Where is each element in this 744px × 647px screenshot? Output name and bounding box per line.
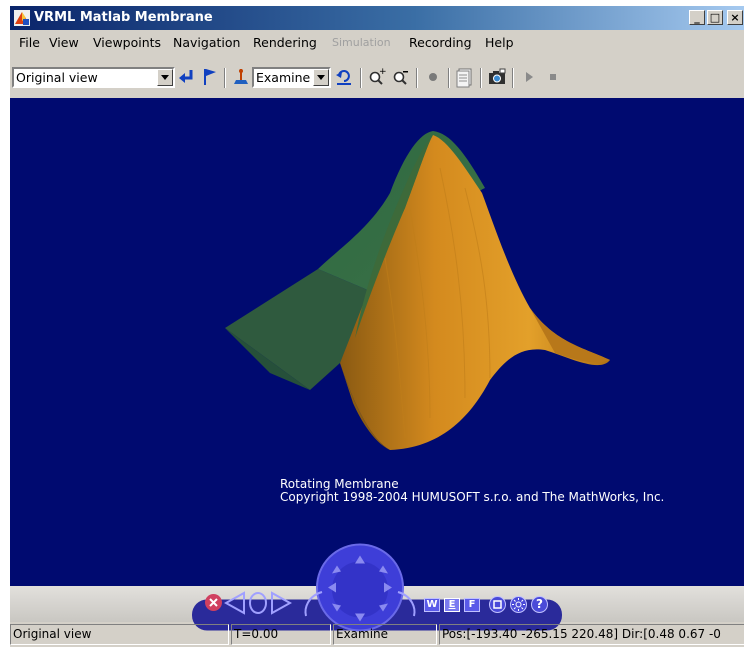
close-nav-icon[interactable] [205,594,222,611]
slide-arrows-icon[interactable] [224,590,292,616]
status-bar: Original view T=0.00 Examine Pos:[-193.4… [10,624,744,646]
toolbar: Original view Examine + [10,62,744,98]
camera-icon[interactable] [486,66,508,88]
svg-text:+: + [379,67,387,77]
close-button[interactable]: × [727,10,743,25]
menu-simulation: Simulation [332,36,391,49]
toolbar-separator [480,68,482,88]
status-position: Pos:[-193.40 -265.15 220.48] Dir:[0.48 0… [439,624,744,645]
vrml-viewer-window: VRML Matlab Membrane _ □ × File View Vie… [9,6,744,647]
matlab-vrml-icon [14,10,30,26]
toolbar-separator [512,68,514,88]
return-to-viewpoint-icon[interactable] [176,66,198,88]
tilt-left-icon[interactable] [298,590,326,618]
status-mode: Examine [333,624,437,645]
viewpoint-select-value: Original view [16,70,98,85]
scene-caption: Rotating Membrane Copyright 1998-2004 HU… [280,478,664,504]
record-icon[interactable] [422,66,444,88]
viewpoint-select[interactable]: Original view [12,67,175,88]
navigation-mode-select[interactable]: Examine [252,67,331,88]
walk-mode-button[interactable]: W [424,598,440,612]
menu-bar: File View Viewpoints Navigation Renderin… [10,32,744,52]
examine-mode-button[interactable]: E [444,598,460,612]
menu-navigation[interactable]: Navigation [173,35,240,50]
zoom-in-icon[interactable]: + [366,66,388,88]
menu-view[interactable]: View [49,35,79,50]
title-bar[interactable]: VRML Matlab Membrane _ □ × [10,6,744,30]
headlight-icon[interactable] [510,596,527,613]
vrml-scene-viewport[interactable]: Rotating Membrane Copyright 1998-2004 HU… [10,98,744,586]
stop-icon [550,74,556,80]
scene-caption-copyright: Copyright 1998-2004 HUMUSOFT s.r.o. and … [280,490,665,504]
status-viewpoint: Original view [10,624,229,645]
play-icon [526,72,533,82]
menu-help[interactable]: Help [485,35,514,50]
flag-icon[interactable] [199,66,221,88]
toolbar-separator [448,68,450,88]
menu-rendering[interactable]: Rendering [253,35,317,50]
chevron-down-icon[interactable] [157,69,173,86]
toolbar-separator [416,68,418,88]
membrane-surface [225,131,610,450]
menu-viewpoints[interactable]: Viewpoints [93,35,161,50]
document-icon[interactable] [454,66,476,88]
status-time: T=0.00 [231,624,331,645]
tilt-right-icon[interactable] [394,590,422,618]
undo-move-icon[interactable] [333,66,355,88]
straighten-up-icon[interactable] [230,66,252,88]
fly-mode-button[interactable]: F [464,598,480,612]
menu-file[interactable]: File [19,35,40,50]
navigation-mode-value: Examine [256,70,311,85]
menu-recording[interactable]: Recording [409,35,472,50]
toolbar-separator [360,68,362,88]
help-nav-button[interactable]: ? [531,596,548,613]
zoom-out-icon[interactable] [390,66,412,88]
minimize-button[interactable]: _ [689,10,705,25]
toolbar-separator [224,68,226,88]
chevron-down-icon[interactable] [313,69,329,86]
maximize-button[interactable]: □ [707,10,723,25]
straighten-icon[interactable] [489,596,506,613]
window-title: VRML Matlab Membrane [34,10,213,25]
